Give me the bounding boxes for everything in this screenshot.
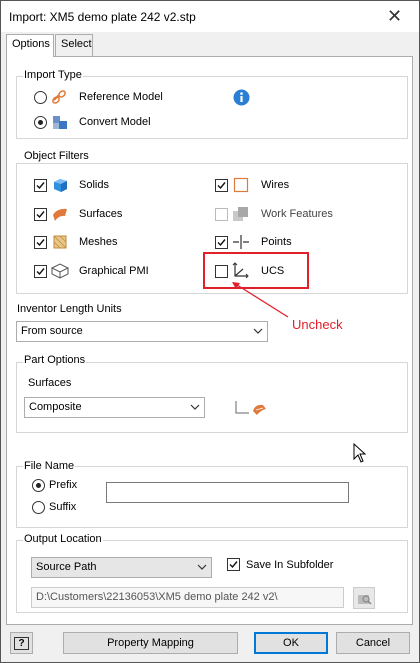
save-in-subfolder-checkbox[interactable]	[227, 558, 240, 571]
object-filters-label: Object Filters	[23, 150, 90, 162]
browse-folder-icon	[357, 591, 373, 610]
work-features-icon	[232, 206, 250, 225]
window-title: Import: XM5 demo plate 242 v2.stp	[9, 10, 196, 24]
points-checkbox[interactable]	[215, 236, 228, 249]
property-mapping-button[interactable]: Property Mapping	[63, 632, 238, 654]
convert-model-icon	[52, 114, 69, 133]
import-dialog: Import: XM5 demo plate 242 v2.stp ✕ Opti…	[0, 0, 420, 663]
meshes-icon	[52, 234, 69, 253]
suffix-label: Suffix	[49, 501, 77, 513]
composite-surface-icon	[233, 399, 269, 420]
chevron-down-icon	[190, 401, 200, 413]
tab-options[interactable]: Options	[6, 34, 54, 57]
info-icon[interactable]	[233, 89, 250, 109]
reference-model-label: Reference Model	[79, 91, 163, 103]
length-units-value: From source	[21, 325, 83, 337]
surfaces-label: Surfaces	[79, 208, 123, 220]
file-name-label: File Name	[23, 460, 76, 472]
output-path-field: D:\Customers\22136053\XM5 demo plate 242…	[31, 587, 344, 608]
import-type-group	[16, 76, 408, 139]
length-units-select[interactable]: From source	[16, 321, 268, 342]
close-button[interactable]: ✕	[372, 1, 417, 31]
output-location-label: Output Location	[23, 533, 103, 545]
meshes-checkbox[interactable]	[34, 236, 47, 249]
work-features-label: Work Features	[261, 208, 333, 220]
browse-button[interactable]	[353, 587, 375, 609]
prefix-label: Prefix	[49, 479, 78, 491]
title-bar: Import: XM5 demo plate 242 v2.stp ✕	[1, 1, 419, 32]
solids-icon	[52, 177, 69, 196]
mouse-cursor-icon	[353, 442, 367, 466]
help-button[interactable]: ?	[10, 632, 33, 654]
reference-model-icon	[51, 89, 69, 108]
surfaces-option-label: Surfaces	[28, 377, 72, 389]
meshes-label: Meshes	[79, 236, 118, 248]
convert-model-radio[interactable]	[34, 116, 47, 129]
graphical-pmi-checkbox[interactable]	[34, 265, 47, 278]
cancel-button[interactable]: Cancel	[336, 632, 410, 654]
solids-label: Solids	[79, 179, 109, 191]
help-icon: ?	[14, 637, 29, 650]
import-type-label: Import Type	[23, 69, 83, 81]
wires-icon	[233, 177, 249, 196]
points-icon	[232, 234, 250, 253]
uncheck-annotation: Uncheck	[292, 317, 343, 332]
annotation-arrow	[228, 279, 292, 324]
tab-select[interactable]: Select	[55, 34, 93, 56]
surfaces-icon	[52, 206, 69, 225]
prefix-radio[interactable]	[32, 479, 45, 492]
file-name-input[interactable]	[106, 482, 349, 503]
graphical-pmi-icon	[50, 263, 70, 282]
output-location-value: Source Path	[36, 561, 97, 573]
part-options-label: Part Options	[23, 354, 87, 366]
points-label: Points	[261, 236, 292, 248]
surfaces-checkbox[interactable]	[34, 208, 47, 221]
chevron-down-icon	[197, 561, 207, 573]
convert-model-label: Convert Model	[79, 116, 151, 128]
reference-model-radio[interactable]	[34, 91, 47, 104]
ok-button[interactable]: OK	[254, 632, 328, 654]
chevron-down-icon	[253, 325, 263, 337]
output-location-select[interactable]: Source Path	[31, 557, 212, 578]
wires-label: Wires	[261, 179, 290, 191]
suffix-radio[interactable]	[32, 501, 45, 514]
surfaces-value: Composite	[29, 401, 82, 413]
wires-checkbox[interactable]	[215, 179, 228, 192]
graphical-pmi-label: Graphical PMI	[79, 265, 149, 277]
surfaces-select[interactable]: Composite	[24, 397, 205, 418]
work-features-checkbox[interactable]	[215, 208, 228, 221]
length-units-label: Inventor Length Units	[17, 303, 122, 315]
solids-checkbox[interactable]	[34, 179, 47, 192]
save-in-subfolder-label: Save In Subfolder	[246, 559, 334, 571]
